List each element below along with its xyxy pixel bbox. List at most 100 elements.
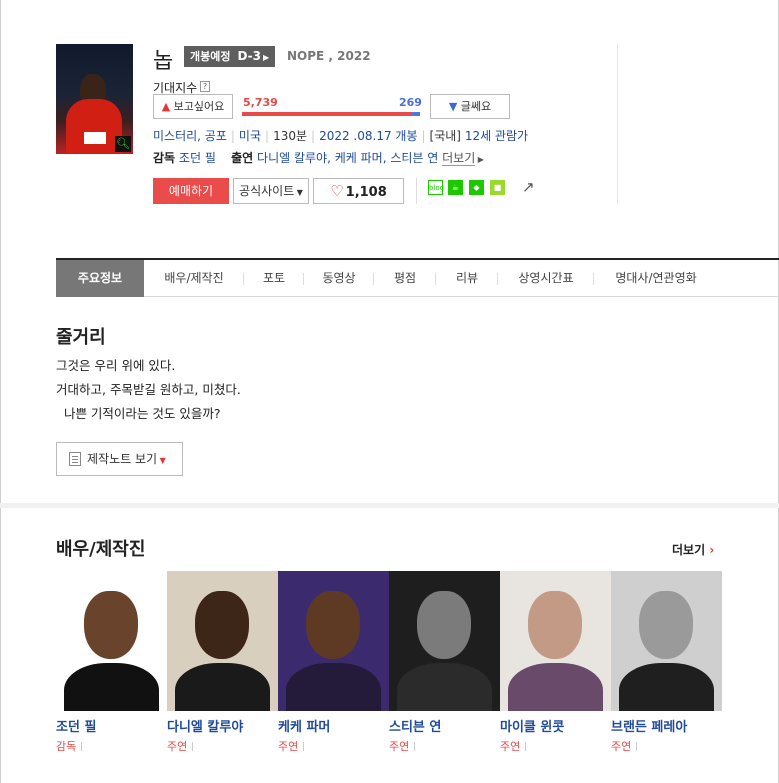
official-site-dropdown[interactable]: 공식사이트 ▼ <box>233 178 309 204</box>
cast-photo[interactable] <box>167 571 278 711</box>
cast-photo-face <box>84 591 138 659</box>
tab-label: 동영상 <box>322 271 356 285</box>
cast-role: 주연 <box>278 738 305 754</box>
share-icon[interactable]: ↗ <box>522 178 535 196</box>
section-divider <box>0 503 779 508</box>
divider <box>617 44 618 204</box>
zoom-icon[interactable]: 🔍︎ <box>115 136 131 152</box>
cast-photo-body <box>286 663 381 711</box>
cast-role-label: 주연 <box>278 740 299 753</box>
country-link[interactable]: 미국 <box>239 129 261 143</box>
synopsis-line: 그것은 우리 위에 있다. <box>56 358 176 373</box>
cast-more-link[interactable]: 더보기 › <box>672 541 714 558</box>
movie-poster[interactable]: 🔍︎ <box>56 44 133 154</box>
cast-photo[interactable] <box>56 571 167 711</box>
production-notes-button[interactable]: 제작노트 보기 ▼ <box>56 442 183 476</box>
cast-role: 주연 <box>500 738 527 754</box>
cast-photo-body <box>619 663 714 711</box>
synopsis-line: 거대하고, 주목받길 원하고, 미쳤다. <box>56 382 241 397</box>
cast-section-title: 배우/제작진 <box>56 539 146 560</box>
official-site-label: 공식사이트 <box>239 184 295 198</box>
share-blog-icon[interactable]: blog <box>428 180 444 195</box>
share-band-icon[interactable]: ■ <box>490 180 505 195</box>
director-link[interactable]: 조던 필 <box>179 151 216 165</box>
cast-name-link[interactable]: 조던 필 <box>56 716 96 735</box>
cast-photo[interactable] <box>611 571 722 711</box>
cast-name-link[interactable]: 스티븐 연 <box>389 716 441 735</box>
cast-photo[interactable] <box>500 571 611 711</box>
expectation-bar-fill <box>242 112 412 116</box>
divider <box>81 742 83 751</box>
cast-role: 주연 <box>389 738 416 754</box>
cast-role: 감독 <box>56 738 83 754</box>
cast-links[interactable]: 다니엘 칼루야, 케케 파머, 스티븐 연 <box>257 151 438 165</box>
cast-role: 주연 <box>611 738 638 754</box>
genres-link[interactable]: 미스터리, 공포 <box>153 129 227 143</box>
cast-photo-body <box>64 663 159 711</box>
cast-role-label: 주연 <box>389 740 410 753</box>
thumbs-down-icon: ▼ <box>448 100 458 113</box>
tab-3[interactable]: 동영상 <box>304 260 374 297</box>
divider <box>414 742 416 751</box>
share-cafe-icon[interactable]: ☕ <box>448 180 463 195</box>
cast-photo-face <box>639 591 693 659</box>
tab-5[interactable]: 리뷰 <box>436 260 498 297</box>
cast-photo-body <box>175 663 270 711</box>
original-title: NOPE , 2022 <box>287 49 371 63</box>
help-icon[interactable]: ? <box>200 81 210 92</box>
tab-label: 리뷰 <box>455 271 479 285</box>
cast-photo-body <box>508 663 603 711</box>
want-to-see-button[interactable]: ▲ 보고싶어요 <box>153 94 233 119</box>
cast-label: 출연 <box>231 151 254 165</box>
page-border-left <box>0 0 1 783</box>
cast-name-link[interactable]: 마이클 윈콧 <box>500 716 564 735</box>
synopsis-line: 나쁜 기적이라는 것도 있을까? <box>56 406 221 421</box>
tab-label: 포토 <box>262 271 286 285</box>
cast-photo-face <box>306 591 360 659</box>
book-button[interactable]: 예매하기 <box>153 178 229 204</box>
tab-label: 주요정보 <box>77 271 123 285</box>
chevron-down-icon: ▼ <box>157 456 166 465</box>
synopsis-title: 줄거리 <box>56 327 106 348</box>
thumbs-up-icon: ▲ <box>161 100 171 113</box>
divider <box>636 742 638 751</box>
tab-7[interactable]: 명대사/연관영화 <box>594 260 718 297</box>
cast-photo[interactable] <box>278 571 389 711</box>
cast-role-label: 주연 <box>167 740 188 753</box>
cast-name-link[interactable]: 다니엘 칼루야 <box>167 716 243 735</box>
cast-role-label: 주연 <box>611 740 632 753</box>
expectation-bar <box>242 112 420 116</box>
not-sure-button[interactable]: ▼ 글쎄요 <box>430 94 510 119</box>
cast-name-link[interactable]: 케케 파머 <box>278 716 330 735</box>
cast-role-label: 감독 <box>56 740 77 753</box>
rating-prefix: [국내] <box>429 129 461 143</box>
tab-label: 명대사/연관영화 <box>615 271 697 285</box>
tab-2[interactable]: 포토 <box>244 260 304 297</box>
share-bookmark-icon[interactable]: ◆ <box>469 180 484 195</box>
release-date-link[interactable]: 2022 .08.17 개봉 <box>319 129 417 143</box>
cast-photo-face <box>417 591 471 659</box>
want-count: 5,739 <box>243 96 278 109</box>
rating-link[interactable]: 12세 관람가 <box>465 129 528 143</box>
tab-bar: 주요정보 배우/제작진 포토 동영상 평점 리뷰 상영시간표 명대사/연관영화 <box>56 258 779 297</box>
divider <box>416 178 417 204</box>
release-badge[interactable]: 개봉예정 D-3 ▶ <box>184 46 276 67</box>
like-button[interactable]: ♡ 1,108 <box>313 178 404 204</box>
tab-6[interactable]: 상영시간표 <box>498 260 594 297</box>
cast-photo-body <box>397 663 492 711</box>
tab-1[interactable]: 배우/제작진 <box>144 260 244 297</box>
heart-icon: ♡ <box>330 182 344 200</box>
credits-more-link[interactable]: 더보기 <box>442 151 476 166</box>
dday-count: D-3 <box>237 49 261 63</box>
cast-photo-face <box>528 591 582 659</box>
tab-4[interactable]: 평점 <box>374 260 436 297</box>
cast-photo[interactable] <box>389 571 500 711</box>
tab-0[interactable]: 주요정보 <box>56 260 144 297</box>
chevron-right-icon: › <box>709 543 715 557</box>
release-badge-label: 개봉예정 <box>190 50 231 63</box>
cast-photo-face <box>195 591 249 659</box>
cast-name-link[interactable]: 브랜든 페레아 <box>611 716 687 735</box>
director-label: 감독 <box>153 151 176 165</box>
movie-title: 놉 <box>153 49 174 74</box>
divider <box>192 742 194 751</box>
